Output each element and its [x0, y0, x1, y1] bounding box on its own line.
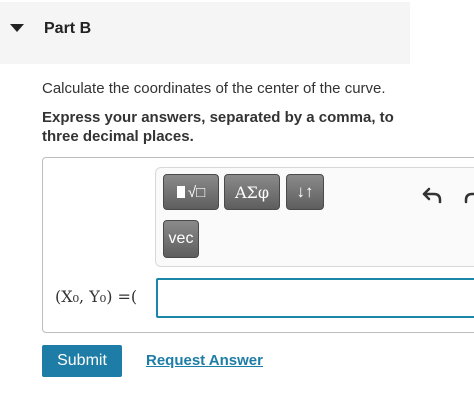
part-header[interactable]: Part B: [0, 2, 410, 64]
submit-button[interactable]: Submit: [42, 345, 122, 377]
vector-button[interactable]: vec: [163, 220, 199, 258]
templates-button[interactable]: √□: [163, 174, 219, 210]
templates-radical-icon: √□: [176, 184, 205, 201]
collapse-caret-icon[interactable]: [10, 24, 24, 32]
undo-icon[interactable]: [420, 182, 444, 206]
redo-icon[interactable]: [462, 182, 474, 206]
greek-symbols-button[interactable]: ΑΣφ: [224, 174, 280, 210]
question-text: Calculate the coordinates of the center …: [42, 80, 386, 97]
part-title: Part B: [44, 20, 92, 37]
answer-instruction: Express your answers, separated by a com…: [42, 109, 394, 145]
answer-math-label: (X₀, Y₀) =(: [55, 287, 138, 306]
request-answer-link[interactable]: Request Answer: [146, 352, 263, 369]
subscript-superscript-button[interactable]: ↓↑: [286, 174, 324, 210]
answer-input[interactable]: [156, 278, 474, 318]
